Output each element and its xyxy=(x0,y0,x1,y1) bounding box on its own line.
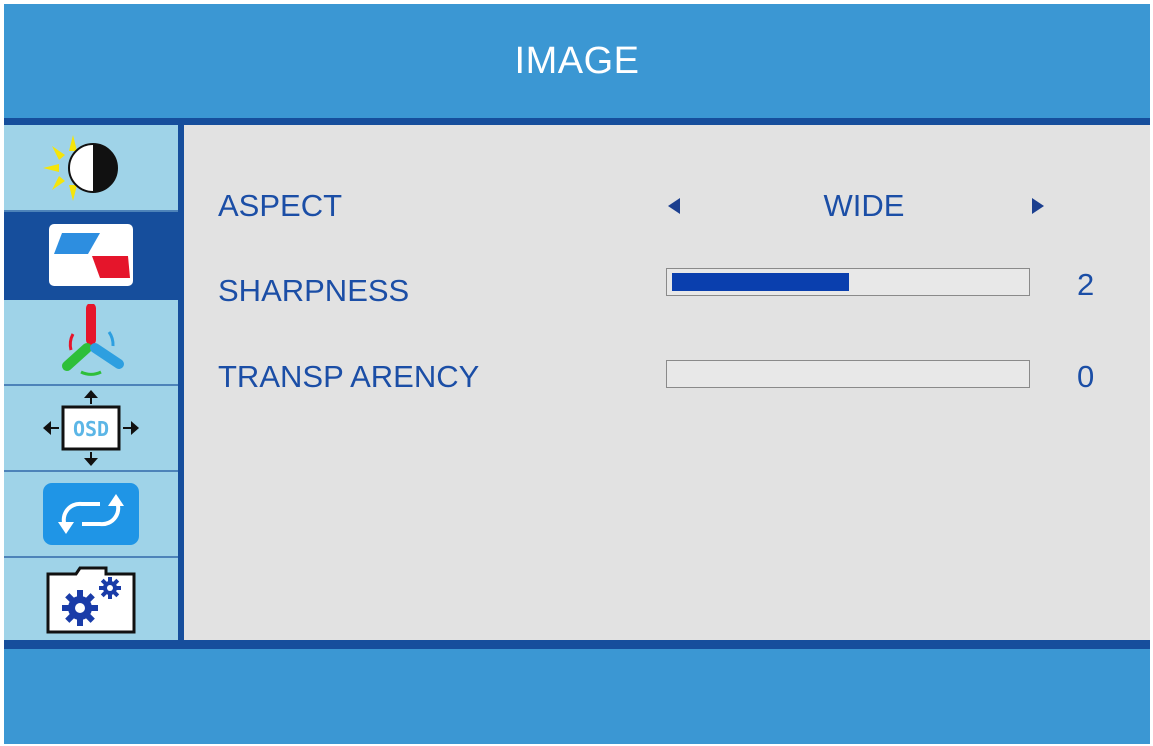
triangle-right-icon xyxy=(1032,198,1044,214)
brightness-contrast-icon xyxy=(43,134,118,201)
sidebar-item-misc[interactable] xyxy=(4,558,178,640)
sharpness-label: SHARPNESS xyxy=(218,273,410,308)
aspect-label: ASPECT xyxy=(218,188,343,223)
sidebar-item-osd[interactable]: OSD xyxy=(4,386,178,472)
image-setup-icon xyxy=(49,224,133,286)
color-temperature-icon xyxy=(62,304,124,376)
osd-position-icon: OSD xyxy=(43,390,139,466)
sharpness-value: 2 xyxy=(1077,267,1095,302)
header-divider xyxy=(4,118,1150,125)
sharpness-slider[interactable] xyxy=(666,268,1030,296)
aspect-right-arrow[interactable] xyxy=(1028,194,1048,218)
footer-bar xyxy=(4,649,1150,744)
sidebar-item-luminance[interactable] xyxy=(4,125,178,212)
sidebar-item-color[interactable] xyxy=(4,300,178,386)
aspect-value[interactable]: WIDE xyxy=(784,188,944,224)
reset-arrows-icon xyxy=(43,483,139,545)
title-bar: IMAGE xyxy=(4,4,1150,118)
transparency-label: TRANSP ARENCY xyxy=(218,359,480,394)
settings-panel: ASPECT WIDE SHARPNESS 2 TRANSP ARENCY 0 xyxy=(184,125,1150,640)
footer-divider xyxy=(4,640,1150,649)
transparency-value: 0 xyxy=(1077,359,1095,394)
page-title: IMAGE xyxy=(514,39,640,82)
sidebar-item-image[interactable] xyxy=(4,212,178,300)
aspect-left-arrow[interactable] xyxy=(664,194,684,218)
gear-settings-icon xyxy=(46,566,136,634)
sidebar: OSD xyxy=(4,125,178,640)
transparency-slider[interactable] xyxy=(666,360,1030,388)
osd-icon-text: OSD xyxy=(73,417,109,441)
sharpness-slider-fill xyxy=(672,273,849,291)
osd-menu: IMAGE OSD ASPECT WIDE SHARPNESS 2 TRANSP… xyxy=(4,4,1150,744)
sidebar-item-reset[interactable] xyxy=(4,472,178,558)
triangle-left-icon xyxy=(668,198,680,214)
